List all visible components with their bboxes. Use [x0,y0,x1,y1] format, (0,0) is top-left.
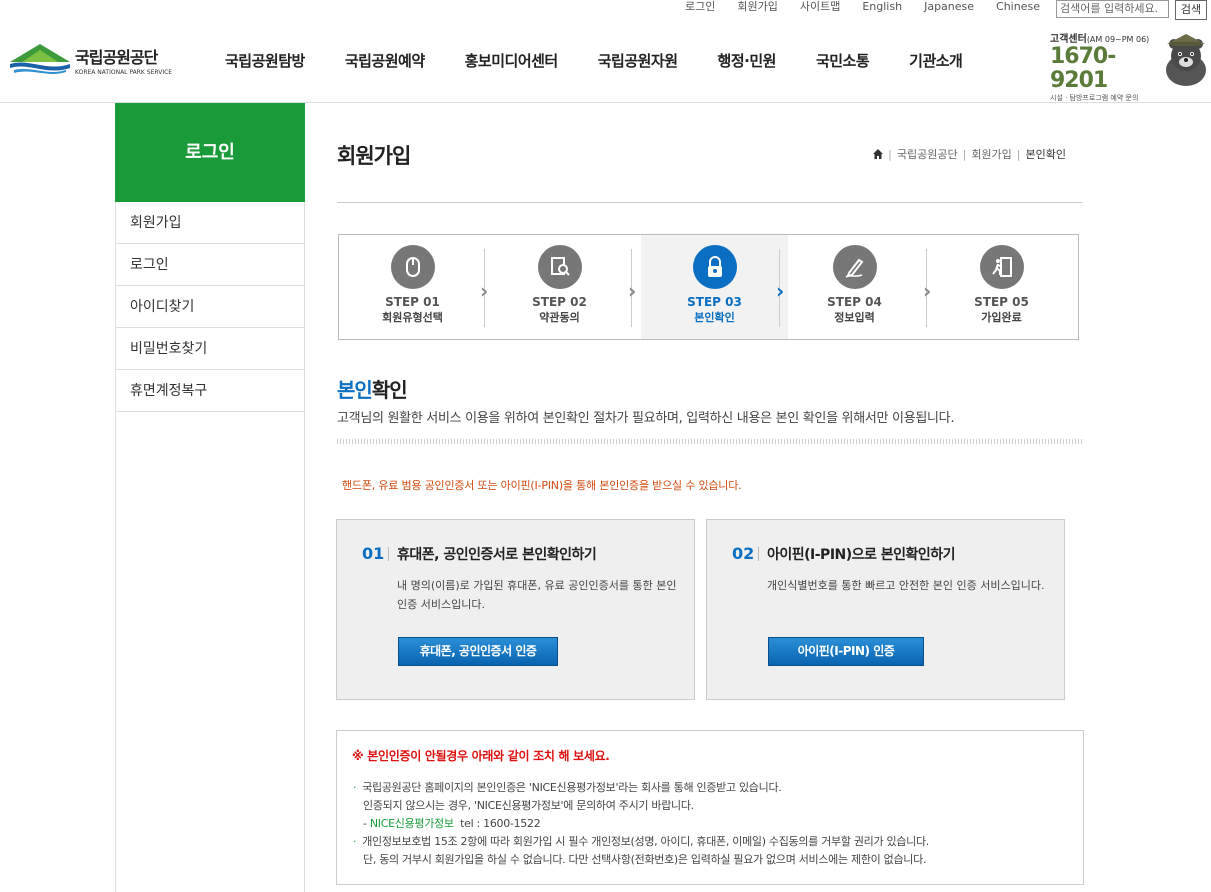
step-label: 가입완료 [981,311,1022,324]
step-number: STEP 01 [385,295,440,309]
cs-phone-number: 1670-9201 [1050,44,1116,93]
section-description: 고객님의 원활한 서비스 이용을 위하여 본인확인 절차가 필요하며, 입력하신… [337,411,955,426]
step-number: STEP 04 [827,295,882,309]
global-nav: 국립공원탐방 국립공원예약 홍보미디어센터 국립공원자원 행정·민원 국민소통 … [200,50,963,71]
help-line: 인증되지 않으시는 경우, 'NICE신용평가정보'에 문의하여 주시기 바랍니… [363,799,694,812]
dotted-divider [337,439,1083,444]
page-title: 회원가입 [337,144,411,168]
phone-cert-option: 01 휴대폰, 공인인증서로 본인확인하기 내 명의(이름)로 가입된 휴대폰,… [336,519,695,700]
step-number: STEP 05 [974,295,1029,309]
option-title: 휴대폰, 공인인증서로 본인확인하기 [397,547,597,563]
step-label: 정보입력 [834,311,875,324]
step-4: STEP 04 정보입력 [781,235,928,339]
option-number: 01 [362,544,385,563]
option-description: 내 명의(이름)로 가입된 휴대폰, 유료 공인인증서를 통한 본인 인증 서비… [397,579,677,611]
option-divider [758,547,759,561]
sidebar-item-join[interactable]: 회원가입 [115,202,305,244]
util-english-link[interactable]: English [862,0,902,16]
help-line: · 국립공원공단 홈페이지의 본인인증은 'NICE신용평가정보'라는 회사를 통… [353,781,782,794]
mouse-icon [390,245,435,289]
help-title: ※ 본인인증이 안될경우 아래와 같이 조치 해 보세요. [352,749,610,763]
gnb-item-resources[interactable]: 국립공원자원 [598,50,678,71]
gnb-item-admin[interactable]: 행정·민원 [718,50,777,71]
gnb-item-media[interactable]: 홍보미디어센터 [465,50,559,71]
customer-center: 고객센터(AM 09~PM 06) 1670-9201 시설 · 탐방프로그램 … [1050,30,1166,102]
sidebar-menu: 회원가입 로그인 아이디찾기 비밀번호찾기 휴면계정복구 [115,202,305,412]
util-sitemap-link[interactable]: 사이트맵 [800,0,840,16]
help-line: - NICE신용평가정보 tel : 1600-1522 [363,817,541,830]
help-line: 단, 동의 거부시 회원가입을 하실 수 없습니다. 다만 선택사항(전화번호)… [363,853,927,866]
ipin-option: 02 아이핀(I-PIN)으로 본인확인하기 개인식별번호를 통한 빠르고 안전… [706,519,1065,700]
step-3-active: STEP 03 본인확인 [641,235,788,339]
step-label: 약관동의 [539,311,580,324]
chevron-right-icon: › [628,279,637,303]
sidebar-title: 로그인 [115,103,305,202]
home-icon[interactable] [873,149,884,159]
gnb-item-explore[interactable]: 국립공원탐방 [225,50,305,71]
breadcrumb: | 국립공원공단 | 회원가입 | 본인확인 [873,146,1066,162]
breadcrumb-current: 본인확인 [1025,148,1066,161]
help-body: · 국립공원공단 홈페이지의 본인인증은 'NICE신용평가정보'라는 회사를 통… [353,779,929,869]
step-label: 회원유형선택 [382,311,443,324]
lock-icon [692,245,737,289]
option-description: 개인식별번호를 통한 빠르고 안전한 본인 인증 서비스입니다. [767,579,1045,592]
step-number: STEP 03 [687,295,742,309]
step-label: 본인확인 [694,311,735,324]
sidebar-item-find-id[interactable]: 아이디찾기 [115,286,305,328]
section-title: 본인확인 [337,378,408,402]
util-chinese-link[interactable]: Chinese [996,0,1040,16]
logo-text[interactable]: 국립공원공단 KOREA NATIONAL PARK SERVICE [75,44,172,76]
help-box: ※ 본인인증이 안될경우 아래와 같이 조치 해 보세요. · 국립공원공단 홈페… [336,730,1084,885]
title-divider [337,202,1083,203]
step-5: STEP 05 가입완료 [928,235,1075,339]
gnb-item-communication[interactable]: 국민소통 [816,50,870,71]
search-input[interactable]: 검색어를 입력하세요. [1056,0,1169,18]
exit-icon [979,245,1024,289]
gnb-item-about[interactable]: 기관소개 [909,50,963,71]
step-1: STEP 01 회원유형선택 [339,235,486,339]
breadcrumb-item[interactable]: 회원가입 [971,146,1011,162]
gnb-item-reservation[interactable]: 국립공원예약 [345,50,425,71]
breadcrumb-item[interactable]: 국립공원공단 [897,146,958,162]
util-join-link[interactable]: 회원가입 [737,0,777,16]
option-title: 아이핀(I-PIN)으로 본인확인하기 [767,547,956,563]
pen-icon [832,245,877,289]
sidebar-item-login[interactable]: 로그인 [115,244,305,286]
sidebar-item-find-password[interactable]: 비밀번호찾기 [115,328,305,370]
help-line: · 개인정보보호법 15조 2항에 따라 회원가입 시 필수 개인정보(성명, 아… [353,835,929,848]
nice-link[interactable]: NICE신용평가정보 [370,817,454,830]
cs-title: 고객센터(AM 09~PM 06) [1050,34,1150,45]
utility-nav: 로그인 회원가입 사이트맵 English Japanese Chinese [685,0,1062,16]
document-search-icon [537,245,582,289]
join-steps: STEP 01 회원유형선택 › STEP 02 약관동의 › STEP 03 … [338,234,1079,340]
logo-korean: 국립공원공단 [75,48,158,67]
option-divider [388,547,389,561]
step-2: STEP 02 약관동의 [486,235,633,339]
sidebar-item-dormant-restore[interactable]: 휴면계정복구 [115,370,305,412]
option-number: 02 [732,544,755,563]
util-japanese-link[interactable]: Japanese [924,0,974,16]
ipin-button[interactable]: 아이핀(I-PIN) 인증 [768,637,924,666]
search-button[interactable]: 검색 [1175,0,1207,20]
step-number: STEP 02 [532,295,587,309]
util-login-link[interactable]: 로그인 [685,0,715,16]
auth-notice: 핸드폰, 유료 범용 공인인증서 또는 아이핀(I-PIN)을 통해 본인인증을… [342,479,742,492]
bear-mascot-icon [1166,34,1206,86]
logo-english: KOREA NATIONAL PARK SERVICE [75,69,173,76]
phone-cert-button[interactable]: 휴대폰, 공인인증서 인증 [398,637,558,666]
